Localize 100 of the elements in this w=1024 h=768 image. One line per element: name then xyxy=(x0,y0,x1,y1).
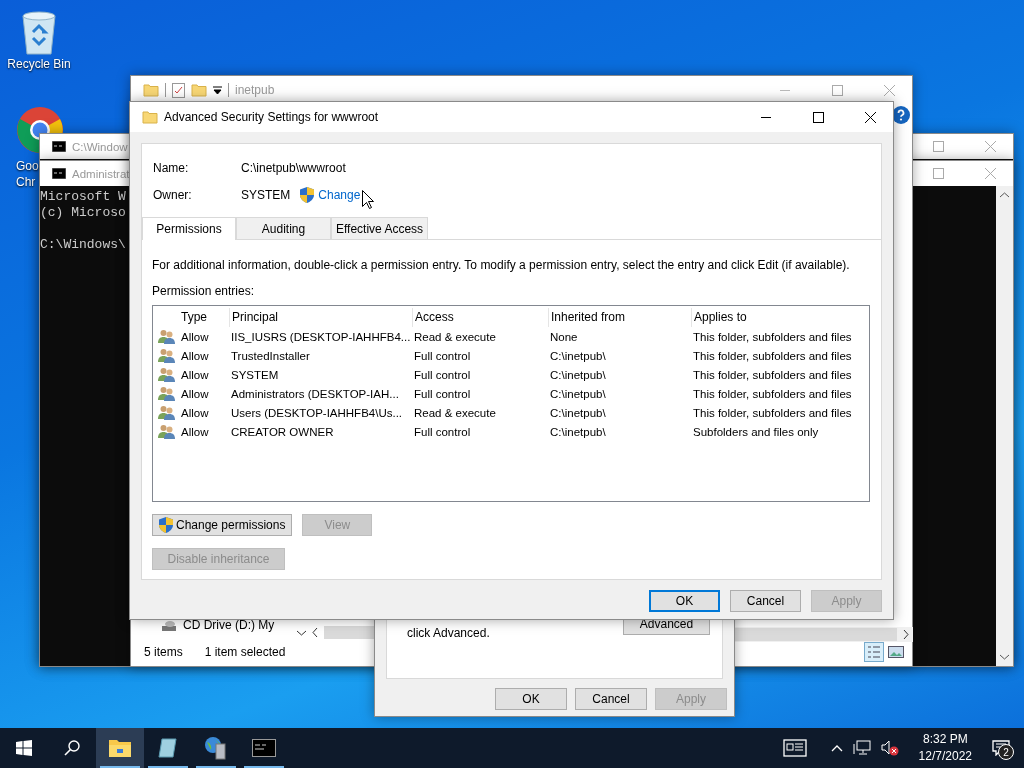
notification-button[interactable]: 2 xyxy=(992,740,1010,756)
users-icon xyxy=(157,329,175,344)
users-icon xyxy=(157,405,175,420)
users-icon xyxy=(157,348,175,363)
action-button[interactable]: Change permissions xyxy=(152,514,293,536)
terminal-icon xyxy=(52,168,66,179)
dialog-button[interactable]: Cancel xyxy=(730,590,801,612)
table-cell-text: TrustedInstaller xyxy=(230,349,310,362)
table-cell-text: Allow xyxy=(180,387,209,400)
table-cell-text: C:\inetpub\ xyxy=(549,349,606,362)
terminal-icon xyxy=(252,739,276,757)
notepad-icon xyxy=(157,738,179,758)
table-cell-text: None xyxy=(549,330,578,343)
window-title: inetpub xyxy=(235,83,275,97)
large-icons-view-icon[interactable] xyxy=(888,645,904,659)
column-header[interactable]: Applies to xyxy=(691,308,869,327)
maximize-icon[interactable] xyxy=(812,111,824,123)
dropdown-icon[interactable] xyxy=(213,85,222,95)
table-cell-text: C:\inetpub\ xyxy=(549,425,606,438)
table-cell-text: Allow xyxy=(180,349,209,362)
info-text: For additional information, double-click a permission entry. To modify a permission entry, select the entry and click Edit (if available). xyxy=(152,257,851,273)
table-cell-text: Subfolders and files only xyxy=(692,425,819,438)
volume-muted-icon[interactable] xyxy=(880,740,899,756)
permission-row[interactable]: Allow Administrators (DESKTOP-IAH... Full control C:\inetpub\ This folder, subfolders and files xyxy=(153,384,869,403)
permission-row[interactable]: Allow SYSTEM Full control C:\inetpub\ This folder, subfolders and files xyxy=(153,365,869,384)
taskbar-app[interactable] xyxy=(96,728,144,768)
tab[interactable]: Effective Access xyxy=(331,217,428,239)
table-cell-text: Full control xyxy=(413,425,471,438)
start-icon[interactable] xyxy=(16,740,32,756)
tab[interactable]: Permissions xyxy=(142,217,236,240)
users-icon xyxy=(157,424,175,439)
permission-row[interactable]: Allow TrustedInstaller Full control C:\inetpub\ This folder, subfolders and files xyxy=(153,346,869,365)
close-icon[interactable] xyxy=(864,111,876,123)
field-label: Name: xyxy=(153,160,190,175)
field-value: C:\inetpub\wwwroot xyxy=(241,160,346,175)
table-cell-text: Allow xyxy=(180,406,209,419)
permission-row[interactable]: Allow CREATOR OWNER Full control C:\inetpub\ Subfolders and files only xyxy=(153,422,869,441)
nav-item[interactable]: CD Drive (D:) My xyxy=(183,618,275,632)
table-cell-text: C:\inetpub\ xyxy=(549,406,606,419)
table-cell-text: SYSTEM xyxy=(230,368,279,381)
section-label: Permission entries: xyxy=(152,283,256,299)
folder-icon xyxy=(109,739,131,757)
table-cell-text: C:\inetpub\ xyxy=(549,387,606,400)
message-icon xyxy=(992,740,1010,756)
icon-label: Chr xyxy=(16,174,36,190)
shield-icon xyxy=(300,186,315,203)
scroll-up-icon[interactable] xyxy=(1000,192,1009,198)
table-cell-text: CREATOR OWNER xyxy=(230,425,334,438)
column-header[interactable]: Type xyxy=(179,308,229,327)
field-label: Owner: xyxy=(153,187,193,202)
permission-row[interactable]: Allow Users (DESKTOP-IAHHFB4\Us... Read & execute C:\inetpub\ This folder, subfolders and files xyxy=(153,403,869,422)
network-icon[interactable] xyxy=(852,740,871,756)
clock-time[interactable]: 8:32 PM xyxy=(922,731,968,748)
table-cell-text: IIS_IUSRS (DESKTOP-IAHHFB4... xyxy=(230,330,411,343)
recycle-bin-icon[interactable] xyxy=(19,10,59,56)
scrollbar[interactable] xyxy=(996,186,1013,666)
field-value: SYSTEM xyxy=(241,187,291,202)
table-cell-text: Allow xyxy=(180,368,209,381)
scroll-down-icon[interactable] xyxy=(1000,654,1009,660)
users-icon xyxy=(157,367,175,382)
drive-icon xyxy=(161,618,177,632)
folder-icon xyxy=(143,82,159,98)
table-cell-text: Full control xyxy=(413,349,471,362)
hint-text: click Advanced. xyxy=(407,625,490,641)
change-link[interactable]: Change xyxy=(318,187,361,202)
search-icon[interactable] xyxy=(64,740,80,756)
shield-icon xyxy=(159,517,173,533)
icon-label: Goo xyxy=(16,158,39,174)
console-line: Microsoft W xyxy=(40,189,126,205)
tab[interactable]: Auditing xyxy=(236,217,331,239)
console-line: C:\Windows\ xyxy=(40,237,126,253)
table-cell-text: Read & execute xyxy=(413,330,496,343)
scroll-left-icon[interactable] xyxy=(312,628,318,637)
dialog-button[interactable]: Cancel xyxy=(575,688,647,710)
chevron-down-icon[interactable] xyxy=(297,630,306,636)
horizontal-scrollbar[interactable] xyxy=(735,628,897,641)
chevron-up-icon[interactable] xyxy=(830,744,843,752)
terminal-icon xyxy=(52,141,66,152)
cursor-icon xyxy=(362,190,375,209)
table-cell-text: This folder, subfolders and files xyxy=(692,387,852,400)
column-header[interactable]: Access xyxy=(412,308,548,327)
column-header[interactable]: Principal xyxy=(229,308,412,327)
dialog-button[interactable]: OK xyxy=(495,688,567,710)
properties-icon[interactable] xyxy=(172,82,185,98)
table-cell-text: This folder, subfolders and files xyxy=(692,368,852,381)
news-icon[interactable] xyxy=(782,739,807,757)
folder-icon xyxy=(142,109,158,125)
scroll-right-icon[interactable] xyxy=(903,630,909,639)
clock-date[interactable]: 12/7/2022 xyxy=(918,748,972,765)
permission-row[interactable]: Allow IIS_IUSRS (DESKTOP-IAHHFB4... Read & execute None This folder, subfolders and files xyxy=(153,327,869,346)
table-cell-text: Allow xyxy=(180,330,209,343)
table-cell-text: Allow xyxy=(180,425,209,438)
column-header[interactable]: Inherited from xyxy=(548,308,691,327)
table-cell-text: This folder, subfolders and files xyxy=(692,406,852,419)
table-cell-text: Full control xyxy=(413,368,471,381)
table-cell-text: This folder, subfolders and files xyxy=(692,330,852,343)
dialog-button[interactable]: OK xyxy=(649,590,720,612)
table-cell-text: Read & execute xyxy=(413,406,496,419)
server-icon xyxy=(204,736,228,760)
status-text: 1 item selected xyxy=(204,645,286,659)
